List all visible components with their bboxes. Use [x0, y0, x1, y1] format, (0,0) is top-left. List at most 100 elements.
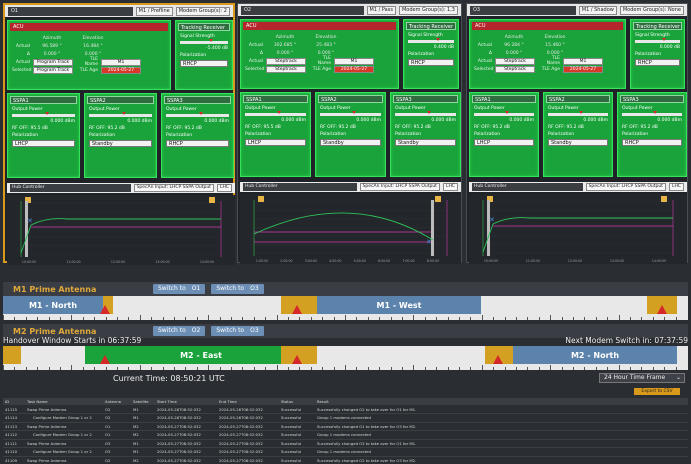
antenna-panel-o2[interactable]: O2 M1 / Pass Modem Group(s): 1,3 ACU Azi…	[237, 3, 462, 264]
specan-input-select[interactable]: SpecAn Input: LHCP SSPA Output	[133, 184, 214, 192]
export-csv-button[interactable]: Export to CSV	[634, 388, 680, 395]
log-column-header[interactable]: Status	[279, 398, 315, 405]
timeline-tick	[185, 367, 187, 370]
timeline-tick	[71, 315, 73, 320]
satellite-icon: ✕	[27, 217, 33, 225]
specan-input-select[interactable]: SpecAn Input: LHCP SSPA Output	[359, 183, 440, 191]
antenna-mode: M1 / Pass	[366, 5, 396, 15]
lhc-button[interactable]: LHC	[216, 184, 232, 192]
tracking-mode-select[interactable]: Steptrack	[495, 65, 535, 73]
log-cell: 2024-05-27T08:52:032	[217, 430, 279, 440]
signal-marker	[662, 38, 666, 41]
antenna-mode: M1 / Prefline	[135, 6, 173, 16]
timeline-tick	[424, 367, 426, 370]
m2-switch-o2-button[interactable]: Switch to O2	[153, 326, 206, 336]
timeline-tick	[60, 367, 61, 370]
azimuth-label: Azimuth	[275, 34, 295, 40]
antenna-panel-o1[interactable]: O1 M1 / Prefline Modem Group(s): 2 ACU A…	[3, 3, 235, 265]
timeline-tick	[595, 367, 597, 370]
signal-strength-value: -5.400 dB	[206, 46, 228, 51]
tracking-receiver-title: Tracking Receiver	[178, 23, 230, 31]
output-power-label: Output Power	[395, 106, 426, 111]
m1-switch-o3-button[interactable]: Switch to O3	[211, 284, 264, 294]
table-row[interactable]: 41112 Configure Modem Group 1 or 2 O1 M2 202…	[3, 430, 688, 440]
timeline-tick	[413, 315, 415, 320]
sspa-polarization-value: LHCP	[474, 139, 534, 146]
timeline-tick	[219, 317, 221, 320]
table-row[interactable]: 41115 Swap Prime Antenna O2 M1 2024-05-28T08…	[3, 405, 688, 414]
specan-input-select[interactable]: SpecAn Input: LHCP SSPA Output	[585, 183, 666, 191]
timeline-tick	[618, 365, 620, 370]
timeline-tick	[675, 317, 677, 320]
tracking-mode-actual: Steptrack	[495, 57, 535, 65]
log-column-header[interactable]: Task Name	[25, 398, 103, 405]
log-column-header[interactable]: Start Time	[155, 398, 217, 405]
actual-azimuth: 96.284 °	[504, 42, 524, 48]
polarization-label: Polarization	[395, 132, 422, 137]
m1-timeline: M1 - North M1 - West	[3, 296, 688, 320]
modem-group: Modem Group(s): None	[619, 5, 684, 15]
timeline-tick	[265, 367, 267, 370]
log-column-header[interactable]: ID	[3, 398, 25, 405]
timeline-tick	[208, 365, 210, 370]
antenna-panel-o3[interactable]: O3 M1 / Shadow Modem Group(s): None ACU …	[466, 3, 688, 264]
output-power-bar	[395, 111, 456, 116]
log-cell: Configure Modem Group 1 or 2	[25, 430, 103, 440]
m2-switch-o3-button[interactable]: Switch to O3	[211, 326, 264, 336]
timeline-tick	[459, 317, 460, 320]
acu-title: ACU	[10, 23, 168, 31]
hub-controller-label: Hub Controller	[10, 184, 131, 192]
log-cell: Successful	[279, 413, 315, 423]
log-column-header[interactable]: Satellite	[131, 398, 155, 405]
log-cell: 2024-05-28T08:52:032	[217, 413, 279, 423]
table-row[interactable]: 41110 Configure Modem Group 1 or 2 O3 M1 202…	[3, 447, 688, 457]
m1-switch-o1-button[interactable]: Switch to O1	[153, 284, 206, 294]
table-row[interactable]: 41113 Swap Prime Antenna O1 M2 2024-05-27T08…	[3, 422, 688, 431]
table-row[interactable]: 41111 Swap Prime Antenna O3 M1 2024-05-27T08…	[3, 439, 688, 448]
time-tick-label: 14:00:00	[200, 260, 214, 264]
timeline-tick	[618, 315, 620, 320]
timeline-tick	[561, 317, 563, 320]
output-power-value: 0.000 dBm	[583, 118, 608, 123]
output-power-label: Output Power	[548, 106, 579, 111]
tle-name: M1	[101, 58, 141, 66]
timeline-tick	[265, 317, 267, 320]
lhc-button[interactable]: LHC	[668, 183, 684, 191]
timeline-tick	[607, 317, 609, 320]
output-power-label: Output Power	[245, 106, 276, 111]
acu-card: ACU Azimuth Elevation Actual 302.685 ° 25.4…	[240, 19, 399, 89]
timeline-tick	[481, 315, 483, 320]
time-frame-select[interactable]: 24 Hour Time Frame ⌄	[599, 373, 685, 383]
table-row[interactable]: 41109 Swap Prime Antenna O2 M2 2024-05-27T08…	[3, 456, 688, 464]
timeline-tick	[367, 317, 369, 320]
log-column-header[interactable]: Antenna	[103, 398, 131, 405]
m2-timeline: M2 - East M2 - North	[3, 346, 688, 370]
timeline-tick	[208, 315, 210, 320]
log-cell: Successful	[279, 456, 315, 464]
plot-settings-icon	[435, 196, 441, 202]
output-power-label: Output Power	[12, 107, 43, 112]
timeline-tick	[242, 317, 244, 320]
timeline-tick	[174, 367, 175, 370]
log-cell: M1	[131, 405, 155, 414]
timeline-tick	[664, 367, 666, 370]
rf-status: RF OFF: 95.2 dB	[320, 125, 356, 130]
log-column-header[interactable]: Result	[315, 398, 688, 405]
table-row[interactable]: 41114 Configure Modem Group 1 or 2 O2 M1 202…	[3, 413, 688, 423]
tracking-mode-select[interactable]: Program Track	[33, 66, 73, 74]
output-power-label: Output Power	[474, 106, 505, 111]
antenna-name: O1	[8, 6, 133, 16]
tracking-mode-select[interactable]: Steptrack	[266, 65, 306, 73]
timeline-tick	[48, 317, 50, 320]
time-tick-label: 13:00:00	[155, 260, 169, 264]
lhc-button[interactable]: LHC	[442, 183, 458, 191]
log-column-header[interactable]: End Time	[217, 398, 279, 405]
timeline-tick	[630, 317, 631, 320]
timeline-tick	[322, 367, 324, 370]
log-cell: 2024-05-27T08:52:032	[155, 422, 217, 431]
antenna-name: O3	[470, 5, 576, 15]
log-cell: O3	[103, 447, 131, 457]
output-power-bar	[245, 111, 306, 116]
plot-background	[7, 195, 235, 265]
delta-label: Δ	[488, 50, 492, 56]
